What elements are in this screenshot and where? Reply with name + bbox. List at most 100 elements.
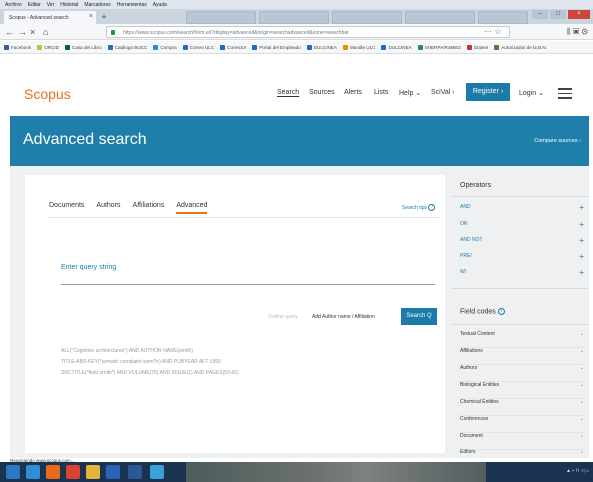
bookmark-label: Autorizados de la B.N. bbox=[501, 44, 547, 50]
operator-or[interactable]: OR + bbox=[460, 220, 584, 237]
nav-alerts[interactable]: Alerts bbox=[344, 89, 362, 96]
field-code-textual-content[interactable]: Textual Content ⌄ bbox=[460, 331, 584, 348]
nav-search[interactable]: Search bbox=[277, 89, 299, 96]
tab-authors[interactable]: Authors bbox=[96, 202, 120, 214]
tab-advanced[interactable]: Advanced bbox=[176, 202, 208, 214]
bookmark-item[interactable]: DULCINEA bbox=[306, 44, 337, 50]
example-line: SRCTITLE(*field ornith*) AND VOLUME(75) … bbox=[61, 370, 239, 376]
explorer-icon[interactable] bbox=[86, 465, 100, 479]
home-icon[interactable]: ⌂ bbox=[43, 27, 48, 37]
firefox-icon[interactable] bbox=[46, 465, 60, 479]
field-code-label: Authors bbox=[460, 365, 478, 371]
register-button[interactable]: Register › bbox=[466, 83, 510, 101]
chevron-down-icon: ⌄ bbox=[579, 331, 584, 337]
operator-label: AND bbox=[460, 204, 471, 210]
field-code-affiliations[interactable]: Affiliations ⌄ bbox=[460, 348, 584, 365]
bookmark-label: Compra bbox=[160, 44, 177, 50]
outline-query-link[interactable]: Outline query bbox=[268, 314, 298, 320]
tab-title: Scopus - Advanced search bbox=[9, 14, 69, 21]
close-window-icon[interactable]: × bbox=[568, 10, 590, 19]
scopus-logo[interactable]: Scopus bbox=[24, 86, 71, 102]
compare-sources-link[interactable]: Compare sources › bbox=[534, 138, 581, 144]
bookmark-item[interactable]: DULCINEA bbox=[381, 44, 412, 50]
taskbar-app-icon[interactable] bbox=[150, 465, 164, 479]
word-icon[interactable] bbox=[128, 465, 142, 479]
help-icon[interactable]: ? bbox=[497, 308, 505, 315]
nav-scival[interactable]: SciVal › bbox=[431, 89, 455, 96]
operator-and[interactable]: AND + bbox=[460, 203, 584, 220]
nav-help[interactable]: Help ⌄ bbox=[399, 89, 421, 97]
ie-icon[interactable] bbox=[26, 465, 40, 479]
query-sidebar: Operators AND + OR + AND NOT + PRE/ + W/ + Fi… bbox=[452, 175, 589, 455]
maximize-icon[interactable]: □ bbox=[550, 10, 566, 19]
bookmark-label: Dialnet bbox=[473, 44, 489, 50]
browser-tab[interactable] bbox=[259, 11, 329, 24]
operator-w[interactable]: W/ + bbox=[460, 268, 584, 285]
search-tips-link[interactable]: Search tips ? bbox=[402, 204, 436, 211]
tab-affiliations[interactable]: Affiliations bbox=[133, 202, 165, 214]
new-tab-icon[interactable]: + bbox=[99, 12, 109, 22]
nav-lists[interactable]: Lists bbox=[374, 89, 388, 96]
query-input[interactable]: Enter query string bbox=[61, 264, 116, 271]
bookmark-item[interactable]: ORCID bbox=[37, 44, 59, 50]
tab-documents[interactable]: Documents bbox=[49, 202, 84, 214]
field-code-chemical-entities[interactable]: Chemical Entities ⌄ bbox=[460, 399, 584, 416]
forward-icon[interactable]: → bbox=[18, 27, 27, 37]
library-icon[interactable]: ⫼ ▣ ⚙ bbox=[567, 27, 588, 37]
login-button[interactable]: Login ⌄ bbox=[519, 89, 544, 97]
field-code-conferences[interactable]: Conferences ⌄ bbox=[460, 416, 584, 433]
menu-historial[interactable]: Historial bbox=[60, 2, 78, 8]
operator-and-not[interactable]: AND NOT + bbox=[460, 236, 584, 253]
bookmark-item[interactable]: Autorizados de la B.N. bbox=[494, 44, 547, 50]
bookmark-item[interactable]: SHERPA/RoMEO bbox=[417, 44, 461, 50]
browser-tab-scopus[interactable]: Scopus - Advanced search × bbox=[4, 11, 96, 24]
field-code-biological-entities[interactable]: Biological Entities ⌄ bbox=[460, 382, 584, 399]
bookmark-star-icon[interactable]: ⋯ ☆ bbox=[484, 28, 501, 36]
add-icon: + bbox=[579, 236, 584, 245]
minimize-icon[interactable]: – bbox=[532, 10, 548, 19]
menu-archivo[interactable]: Archivo bbox=[5, 2, 22, 8]
bookmark-item[interactable]: Corrector bbox=[220, 44, 247, 50]
bookmark-item[interactable]: Moodle ULC bbox=[342, 44, 375, 50]
bookmark-icon bbox=[252, 44, 258, 50]
browser-tab[interactable] bbox=[186, 11, 256, 24]
bookmark-label: ORCID bbox=[44, 44, 59, 50]
chrome-icon[interactable] bbox=[66, 465, 80, 479]
bookmark-item[interactable]: Correo ULC bbox=[182, 44, 214, 50]
bookmark-label: Corrector bbox=[227, 44, 247, 50]
bookmark-item[interactable]: Dialnet bbox=[466, 44, 489, 50]
search-tabs: Documents Authors Affiliations Advanced bbox=[49, 202, 219, 214]
browser-tab[interactable] bbox=[332, 11, 402, 24]
menu-ayuda[interactable]: Ayuda bbox=[153, 2, 167, 8]
operator-pre[interactable]: PRE/ + bbox=[460, 252, 584, 269]
menu-marcadores[interactable]: Marcadores bbox=[84, 2, 110, 8]
bookmark-icon bbox=[494, 44, 500, 50]
bookmark-item[interactable]: Casa del Libro bbox=[65, 44, 102, 50]
bookmark-icon bbox=[107, 44, 113, 50]
menu-icon[interactable] bbox=[558, 88, 572, 102]
bookmark-item[interactable]: Compra bbox=[153, 44, 177, 50]
browser-tab[interactable] bbox=[405, 11, 475, 24]
bookmark-item[interactable]: Catálogo BUCC bbox=[107, 44, 147, 50]
page-banner: Advanced search Compare sources › bbox=[10, 116, 589, 166]
add-icon: + bbox=[579, 268, 584, 277]
bookmark-item[interactable]: Facebook bbox=[4, 44, 31, 50]
back-icon[interactable]: ← bbox=[5, 27, 14, 37]
outlook-icon[interactable] bbox=[106, 465, 120, 479]
search-button[interactable]: Search Q bbox=[401, 308, 437, 325]
browser-tab[interactable] bbox=[478, 11, 528, 24]
add-author-link[interactable]: Add Author name / Affiliation bbox=[312, 314, 375, 320]
bookmark-item[interactable]: Portal del Empleado bbox=[252, 44, 301, 50]
menu-herramientas[interactable]: Herramientas bbox=[117, 2, 147, 8]
start-icon[interactable] bbox=[6, 465, 20, 479]
stop-icon[interactable]: × bbox=[30, 27, 35, 37]
url-bar[interactable]: https://www.scopus.com/search/form.uri?d… bbox=[106, 26, 510, 38]
bookmark-icon bbox=[4, 44, 9, 50]
field-code-document[interactable]: Document ⌄ bbox=[460, 433, 584, 450]
field-code-authors[interactable]: Authors ⌄ bbox=[460, 365, 584, 382]
tab-close-icon[interactable]: × bbox=[89, 13, 93, 20]
menu-ver[interactable]: Ver bbox=[47, 2, 55, 8]
sidebar-divider bbox=[452, 288, 589, 289]
nav-sources[interactable]: Sources bbox=[309, 89, 335, 96]
menu-editar[interactable]: Editar bbox=[28, 2, 41, 8]
